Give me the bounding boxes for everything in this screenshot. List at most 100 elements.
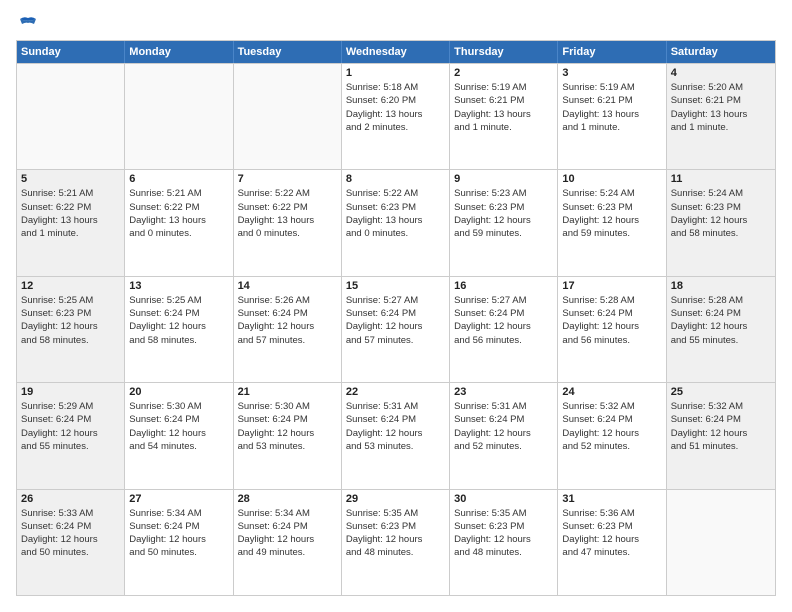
cal-cell-21: 21 Sunrise: 5:30 AM Sunset: 6:24 PM Dayli… <box>234 383 342 488</box>
cal-cell-3: 3 Sunrise: 5:19 AM Sunset: 6:21 PM Daylig… <box>558 64 666 169</box>
cal-cell-31: 31 Sunrise: 5:36 AM Sunset: 6:23 PM Dayli… <box>558 490 666 595</box>
calendar: SundayMondayTuesdayWednesdayThursdayFrid… <box>16 40 776 596</box>
day-info: Sunrise: 5:35 AM Sunset: 6:23 PM Dayligh… <box>346 507 445 560</box>
cal-cell-13: 13 Sunrise: 5:25 AM Sunset: 6:24 PM Dayli… <box>125 277 233 382</box>
day-number: 15 <box>346 280 445 292</box>
day-info: Sunrise: 5:21 AM Sunset: 6:22 PM Dayligh… <box>129 187 228 240</box>
day-info: Sunrise: 5:34 AM Sunset: 6:24 PM Dayligh… <box>238 507 337 560</box>
day-number: 31 <box>562 493 661 505</box>
cal-cell-18: 18 Sunrise: 5:28 AM Sunset: 6:24 PM Dayli… <box>667 277 775 382</box>
cal-cell-11: 11 Sunrise: 5:24 AM Sunset: 6:23 PM Dayli… <box>667 170 775 275</box>
cal-cell-10: 10 Sunrise: 5:24 AM Sunset: 6:23 PM Dayli… <box>558 170 666 275</box>
day-number: 14 <box>238 280 337 292</box>
cal-cell-5: 5Sunrise: 5:21 AM Sunset: 6:22 PM Daylig… <box>17 170 125 275</box>
day-info: Sunrise: 5:26 AM Sunset: 6:24 PM Dayligh… <box>238 294 337 347</box>
day-info: Sunrise: 5:25 AM Sunset: 6:23 PM Dayligh… <box>21 294 120 347</box>
day-info: Sunrise: 5:32 AM Sunset: 6:24 PM Dayligh… <box>671 400 771 453</box>
day-info: Sunrise: 5:34 AM Sunset: 6:24 PM Dayligh… <box>129 507 228 560</box>
cal-cell-9: 9 Sunrise: 5:23 AM Sunset: 6:23 PM Daylig… <box>450 170 558 275</box>
day-info: Sunrise: 5:19 AM Sunset: 6:21 PM Dayligh… <box>562 81 661 134</box>
day-info: Sunrise: 5:20 AM Sunset: 6:21 PM Dayligh… <box>671 81 771 134</box>
day-number: 1 <box>346 67 445 79</box>
cal-cell-24: 24 Sunrise: 5:32 AM Sunset: 6:24 PM Dayli… <box>558 383 666 488</box>
day-number: 13 <box>129 280 228 292</box>
weekday-header-tuesday: Tuesday <box>234 41 342 63</box>
cal-cell-17: 17Sunrise: 5:28 AM Sunset: 6:24 PM Dayli… <box>558 277 666 382</box>
cal-cell-19: 19Sunrise: 5:29 AM Sunset: 6:24 PM Dayli… <box>17 383 125 488</box>
day-number: 22 <box>346 386 445 398</box>
cal-cell-4: 4Sunrise: 5:20 AM Sunset: 6:21 PM Daylig… <box>667 64 775 169</box>
day-info: Sunrise: 5:27 AM Sunset: 6:24 PM Dayligh… <box>346 294 445 347</box>
weekday-header-sunday: Sunday <box>17 41 125 63</box>
day-number: 10 <box>562 173 661 185</box>
week-row-1: 1 Sunrise: 5:18 AM Sunset: 6:20 PM Daylig… <box>17 63 775 169</box>
day-info: Sunrise: 5:28 AM Sunset: 6:24 PM Dayligh… <box>562 294 661 347</box>
cal-cell-7: 7 Sunrise: 5:22 AM Sunset: 6:22 PM Daylig… <box>234 170 342 275</box>
cal-cell-20: 20 Sunrise: 5:30 AM Sunset: 6:24 PM Dayli… <box>125 383 233 488</box>
day-number: 28 <box>238 493 337 505</box>
cal-cell-empty-0-0 <box>17 64 125 169</box>
day-number: 21 <box>238 386 337 398</box>
week-row-5: 26Sunrise: 5:33 AM Sunset: 6:24 PM Dayli… <box>17 489 775 595</box>
day-number: 20 <box>129 386 228 398</box>
day-number: 19 <box>21 386 120 398</box>
day-info: Sunrise: 5:30 AM Sunset: 6:24 PM Dayligh… <box>238 400 337 453</box>
cal-cell-28: 28 Sunrise: 5:34 AM Sunset: 6:24 PM Dayli… <box>234 490 342 595</box>
day-info: Sunrise: 5:31 AM Sunset: 6:24 PM Dayligh… <box>346 400 445 453</box>
cal-cell-14: 14 Sunrise: 5:26 AM Sunset: 6:24 PM Dayli… <box>234 277 342 382</box>
day-number: 24 <box>562 386 661 398</box>
day-number: 18 <box>671 280 771 292</box>
logo <box>16 16 38 30</box>
day-info: Sunrise: 5:31 AM Sunset: 6:24 PM Dayligh… <box>454 400 553 453</box>
day-info: Sunrise: 5:23 AM Sunset: 6:23 PM Dayligh… <box>454 187 553 240</box>
cal-cell-empty-4-6 <box>667 490 775 595</box>
day-info: Sunrise: 5:27 AM Sunset: 6:24 PM Dayligh… <box>454 294 553 347</box>
day-number: 25 <box>671 386 771 398</box>
cal-cell-1: 1 Sunrise: 5:18 AM Sunset: 6:20 PM Daylig… <box>342 64 450 169</box>
cal-cell-25: 25 Sunrise: 5:32 AM Sunset: 6:24 PM Dayli… <box>667 383 775 488</box>
day-info: Sunrise: 5:18 AM Sunset: 6:20 PM Dayligh… <box>346 81 445 134</box>
day-info: Sunrise: 5:28 AM Sunset: 6:24 PM Dayligh… <box>671 294 771 347</box>
weekday-header-saturday: Saturday <box>667 41 775 63</box>
cal-cell-12: 12 Sunrise: 5:25 AM Sunset: 6:23 PM Dayli… <box>17 277 125 382</box>
day-info: Sunrise: 5:25 AM Sunset: 6:24 PM Dayligh… <box>129 294 228 347</box>
day-info: Sunrise: 5:19 AM Sunset: 6:21 PM Dayligh… <box>454 81 553 134</box>
day-info: Sunrise: 5:24 AM Sunset: 6:23 PM Dayligh… <box>562 187 661 240</box>
day-number: 8 <box>346 173 445 185</box>
cal-cell-empty-0-2 <box>234 64 342 169</box>
day-number: 16 <box>454 280 553 292</box>
day-info: Sunrise: 5:35 AM Sunset: 6:23 PM Dayligh… <box>454 507 553 560</box>
day-number: 3 <box>562 67 661 79</box>
weekday-header-thursday: Thursday <box>450 41 558 63</box>
day-number: 27 <box>129 493 228 505</box>
cal-cell-29: 29 Sunrise: 5:35 AM Sunset: 6:23 PM Dayli… <box>342 490 450 595</box>
cal-cell-27: 27 Sunrise: 5:34 AM Sunset: 6:24 PM Dayli… <box>125 490 233 595</box>
day-number: 29 <box>346 493 445 505</box>
day-number: 30 <box>454 493 553 505</box>
day-info: Sunrise: 5:24 AM Sunset: 6:23 PM Dayligh… <box>671 187 771 240</box>
weekday-header-wednesday: Wednesday <box>342 41 450 63</box>
weekday-header-monday: Monday <box>125 41 233 63</box>
day-number: 6 <box>129 173 228 185</box>
day-number: 11 <box>671 173 771 185</box>
day-number: 23 <box>454 386 553 398</box>
page: SundayMondayTuesdayWednesdayThursdayFrid… <box>0 0 792 612</box>
day-info: Sunrise: 5:22 AM Sunset: 6:23 PM Dayligh… <box>346 187 445 240</box>
day-info: Sunrise: 5:36 AM Sunset: 6:23 PM Dayligh… <box>562 507 661 560</box>
day-info: Sunrise: 5:30 AM Sunset: 6:24 PM Dayligh… <box>129 400 228 453</box>
day-info: Sunrise: 5:21 AM Sunset: 6:22 PM Dayligh… <box>21 187 120 240</box>
day-number: 9 <box>454 173 553 185</box>
day-number: 26 <box>21 493 120 505</box>
day-number: 12 <box>21 280 120 292</box>
weekday-header-friday: Friday <box>558 41 666 63</box>
cal-cell-23: 23 Sunrise: 5:31 AM Sunset: 6:24 PM Dayli… <box>450 383 558 488</box>
day-info: Sunrise: 5:22 AM Sunset: 6:22 PM Dayligh… <box>238 187 337 240</box>
week-row-2: 5Sunrise: 5:21 AM Sunset: 6:22 PM Daylig… <box>17 169 775 275</box>
day-info: Sunrise: 5:32 AM Sunset: 6:24 PM Dayligh… <box>562 400 661 453</box>
cal-cell-6: 6 Sunrise: 5:21 AM Sunset: 6:22 PM Daylig… <box>125 170 233 275</box>
day-number: 7 <box>238 173 337 185</box>
cal-cell-22: 22 Sunrise: 5:31 AM Sunset: 6:24 PM Dayli… <box>342 383 450 488</box>
cal-cell-30: 30 Sunrise: 5:35 AM Sunset: 6:23 PM Dayli… <box>450 490 558 595</box>
cal-cell-2: 2Sunrise: 5:19 AM Sunset: 6:21 PM Daylig… <box>450 64 558 169</box>
logo-bird-icon <box>18 16 38 30</box>
